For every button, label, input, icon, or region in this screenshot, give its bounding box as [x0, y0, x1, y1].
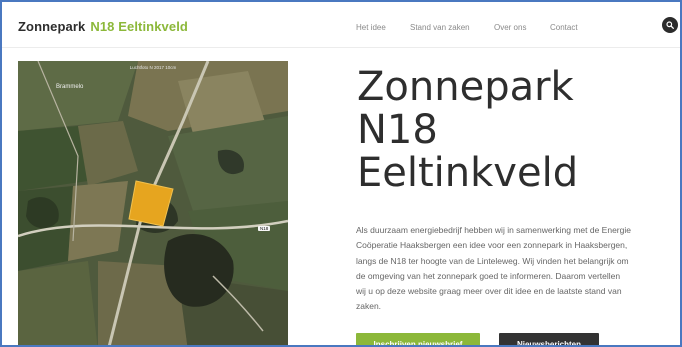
logo-text-accent: N18 Eeltinkveld	[90, 19, 188, 34]
logo-text-main: Zonnepark	[18, 19, 86, 34]
aerial-map: Luchtfoto N 2017 10cm Brammelo N18	[18, 61, 288, 345]
nav-het-idee[interactable]: Het idee	[356, 23, 386, 32]
news-articles-button[interactable]: Nieuwsberichten	[499, 333, 599, 345]
site-header: Zonnepark N18 Eeltinkveld Het idee Stand …	[2, 2, 680, 48]
site-logo[interactable]: Zonnepark N18 Eeltinkveld	[18, 19, 188, 34]
browser-frame: Zonnepark N18 Eeltinkveld Het idee Stand …	[0, 0, 682, 347]
title-line: Eeltinkveld	[357, 150, 579, 196]
page-title: Zonnepark N18 Eeltinkveld	[357, 66, 667, 195]
nav-contact[interactable]: Contact	[550, 23, 578, 32]
nav-stand-van-zaken[interactable]: Stand van zaken	[410, 23, 470, 32]
nav-over-ons[interactable]: Over ons	[494, 23, 526, 32]
search-icon	[666, 21, 674, 29]
subscribe-newsletter-button[interactable]: Inschrijven nieuwsbrief	[356, 333, 480, 345]
title-line: Zonnepark	[357, 64, 574, 110]
map-road-label: N18	[258, 226, 271, 231]
aerial-photo	[18, 61, 288, 345]
search-button[interactable]	[662, 17, 678, 33]
title-line: N18	[357, 107, 438, 153]
map-caption: Luchtfoto N 2017 10cm	[129, 65, 177, 70]
intro-paragraph: Als duurzaam energiebedrijf hebben wij i…	[356, 225, 631, 312]
map-place-label: Brammelo	[56, 84, 84, 90]
